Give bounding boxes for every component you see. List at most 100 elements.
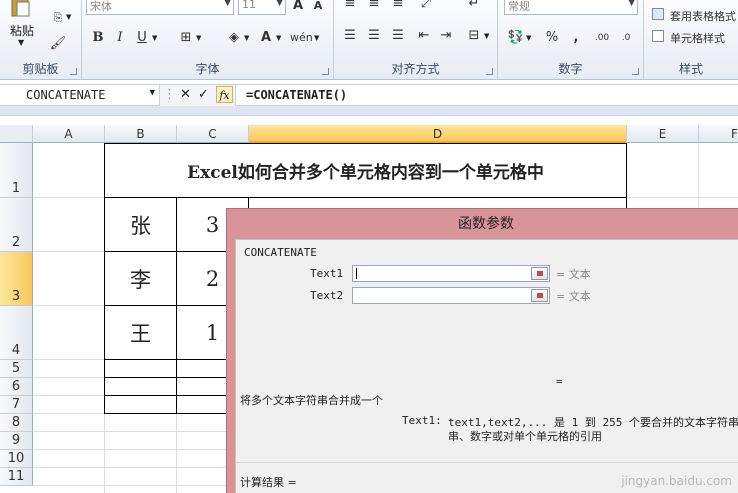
font-size-value: 11 [242, 0, 256, 11]
row-header-4[interactable]: 4 [0, 306, 33, 360]
align-left-icon[interactable]: ☰ [340, 26, 360, 46]
align-bottom-icon[interactable]: ≡ [388, 0, 408, 14]
orientation-icon[interactable]: ⤢ [416, 0, 436, 14]
number-launcher-icon[interactable] [632, 68, 639, 75]
clipboard-launcher-icon[interactable] [70, 68, 77, 75]
arg-help-line-2: 串、数字或对单个单元格的引用 [448, 430, 602, 443]
table-format-icon[interactable] [652, 8, 664, 20]
phonetic-icon[interactable]: wén [290, 28, 313, 48]
cell-b4[interactable]: 王 [104, 305, 177, 360]
column-header-b[interactable]: B [105, 125, 177, 143]
row-header-5[interactable]: 5 [0, 360, 33, 378]
row-header-6[interactable]: 6 [0, 378, 33, 396]
fill-color-dropdown-icon[interactable]: ▼ [244, 34, 249, 42]
cell-b6[interactable] [104, 377, 177, 396]
row-header-2-label: 2 [11, 235, 21, 250]
column-header-e[interactable]: E [627, 125, 699, 143]
merge-center-icon[interactable]: ⊟ [464, 26, 484, 46]
format-painter-icon[interactable]: 🖌 [48, 34, 68, 54]
row-header-1[interactable]: 1 [0, 143, 33, 198]
number-group: 常规 ▼ 💱 ▼ % , .00 .0 数字 [498, 0, 644, 80]
paste-icon[interactable] [10, 0, 32, 18]
copy-dropdown-icon[interactable]: ▼ [66, 13, 71, 21]
currency-icon[interactable]: 💱 [506, 28, 526, 48]
underline-button[interactable]: U [132, 28, 152, 48]
number-format-value: 常规 [508, 0, 530, 13]
table-format-button[interactable]: 套用表格格式 [670, 8, 736, 24]
alignment-launcher-icon[interactable] [486, 68, 493, 75]
font-size-dropdown-icon[interactable]: ▼ [276, 0, 283, 8]
comma-button[interactable]: , [566, 28, 586, 48]
font-size-combo[interactable]: 11 ▼ [238, 0, 286, 15]
text2-collapse-button[interactable] [531, 289, 548, 302]
row-header-2[interactable]: 2 [0, 198, 33, 252]
number-format-dropdown-icon[interactable]: ▼ [628, 0, 635, 8]
align-right-icon[interactable]: ☰ [388, 26, 408, 46]
text2-input[interactable] [352, 287, 550, 304]
number-format-combo[interactable]: 常规 ▼ [504, 0, 638, 15]
row-header-10[interactable]: 10 [0, 450, 33, 468]
decrease-decimal-icon[interactable]: .0 [616, 28, 636, 48]
insert-function-button[interactable]: fx [216, 86, 233, 103]
select-all-button[interactable] [0, 125, 33, 143]
phonetic-dropdown-icon[interactable]: ▼ [314, 34, 319, 42]
column-header-c[interactable]: C [177, 125, 249, 143]
formula-input[interactable]: =CONCATENATE() [246, 88, 347, 102]
font-launcher-icon[interactable] [322, 68, 329, 75]
percent-button[interactable]: % [542, 28, 562, 48]
text1-input[interactable] [352, 265, 550, 282]
decrease-indent-icon[interactable]: ⇤ [414, 26, 434, 46]
cell-b2[interactable]: 张 [104, 197, 177, 252]
function-arguments-dialog[interactable]: 函数参数 CONCATENATE Text1 = 文本 Text2 = 文本 =… [226, 208, 738, 493]
column-header-f[interactable]: F [699, 125, 738, 143]
font-group-label: 字体 [195, 62, 220, 76]
font-name-dropdown-icon[interactable]: ▼ [224, 0, 231, 8]
paste-button[interactable]: 粘贴 [10, 22, 34, 39]
wrap-text-icon[interactable]: ↵ [464, 0, 484, 14]
currency-dropdown-icon[interactable]: ▼ [526, 34, 531, 42]
cell-style-icon[interactable] [652, 30, 664, 42]
column-header-a[interactable]: A [33, 125, 105, 143]
underline-dropdown-icon[interactable]: ▼ [152, 34, 157, 42]
cell-b3[interactable]: 李 [104, 251, 177, 306]
row-header-8[interactable]: 8 [0, 414, 33, 432]
column-header-d[interactable]: D [249, 125, 627, 143]
border-dropdown-icon[interactable]: ▼ [196, 34, 201, 42]
cell-style-button[interactable]: 单元格样式 [670, 30, 725, 46]
merge-dropdown-icon[interactable]: ▼ [484, 32, 489, 40]
fill-color-icon[interactable]: ◈ [224, 28, 244, 48]
cell-b7[interactable] [104, 395, 177, 414]
formula-result-eq: = [556, 375, 563, 388]
name-box[interactable]: CONCATENATE ▼ [0, 85, 160, 106]
align-center-icon[interactable]: ☰ [364, 26, 384, 46]
shrink-font-icon[interactable]: A [308, 0, 328, 16]
row-header-9[interactable]: 9 [0, 432, 33, 450]
bold-button[interactable]: B [88, 28, 108, 48]
font-name-combo[interactable]: 宋体 ▼ [86, 0, 234, 15]
font-color-dropdown-icon[interactable]: ▼ [276, 34, 281, 42]
name-box-dropdown-icon[interactable]: ▼ [150, 88, 155, 98]
function-name-label: CONCATENATE [244, 246, 317, 259]
confirm-entry-icon[interactable]: ✓ [198, 86, 209, 104]
row-header-6-label: 6 [11, 379, 21, 394]
align-top-icon[interactable]: ≡ [340, 0, 360, 14]
font-color-icon[interactable]: A [256, 28, 276, 48]
increase-indent-icon[interactable]: ⇥ [436, 26, 456, 46]
row-header-11[interactable]: 11 [0, 468, 33, 486]
cancel-entry-icon[interactable]: ✕ [180, 86, 191, 104]
increase-decimal-icon[interactable]: .00 [592, 28, 612, 48]
formula-bar: CONCATENATE ▼ ⋮ ✕ ✓ fx =CONCATENATE() [0, 84, 738, 106]
copy-icon[interactable]: ⎘ [48, 8, 68, 28]
clipboard-group-label: 剪贴板 [22, 62, 59, 76]
cell-b5[interactable] [104, 359, 177, 378]
row-header-7[interactable]: 7 [0, 396, 33, 414]
border-icon[interactable]: ⊞ [176, 28, 196, 48]
title-cell-b1-d1[interactable]: Excel如何合并多个单元格内容到一个单元格中 [104, 143, 627, 198]
dialog-title[interactable]: 函数参数 [227, 209, 738, 239]
paste-dropdown-icon[interactable]: ▼ [18, 38, 24, 47]
grow-font-icon[interactable]: A [288, 0, 308, 16]
italic-button[interactable]: I [110, 28, 130, 48]
align-middle-icon[interactable]: ≡ [364, 0, 384, 14]
row-header-3[interactable]: 3 [0, 252, 33, 306]
text1-collapse-button[interactable] [531, 267, 548, 280]
